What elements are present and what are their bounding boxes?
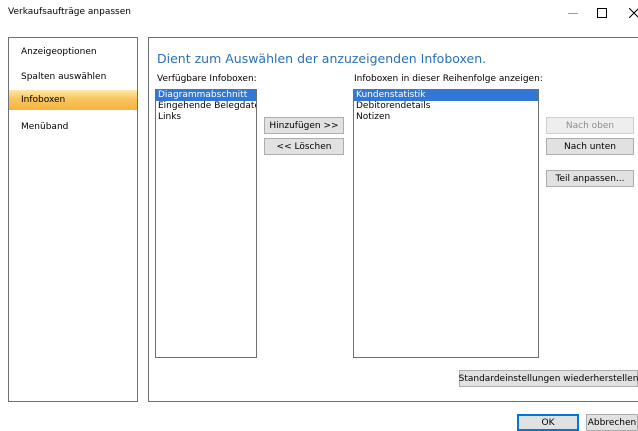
minimize-icon: [568, 13, 578, 14]
available-infoboxes-list[interactable]: Diagrammabschnitt Eingehende Belegdaten …: [155, 89, 257, 358]
sidebar-nav: Anzeigeoptionen Spalten auswählen Infobo…: [8, 37, 138, 402]
sidebar-item-label: Infoboxen: [21, 95, 66, 105]
add-button[interactable]: Hinzufügen >>: [264, 117, 344, 134]
customize-part-button[interactable]: Teil anpassen...: [546, 170, 634, 187]
page-heading: Dient zum Auswählen der anzuzeigenden In…: [157, 51, 487, 66]
list-item[interactable]: Eingehende Belegdaten: [156, 101, 256, 112]
maximize-icon: [597, 8, 607, 18]
remove-button[interactable]: << Löschen: [264, 138, 344, 155]
window-title: Verkaufsaufträge anpassen: [8, 7, 131, 17]
ok-button[interactable]: OK: [517, 414, 579, 431]
sidebar-item-menueband[interactable]: Menüband: [9, 117, 137, 137]
cancel-button[interactable]: Abbrechen: [586, 414, 638, 431]
list-item[interactable]: Kundenstatistik: [354, 90, 538, 101]
sidebar-item-infoboxen[interactable]: Infoboxen: [9, 90, 137, 110]
available-infoboxes-label: Verfügbare Infoboxen:: [157, 74, 257, 84]
list-item[interactable]: Notizen: [354, 112, 538, 123]
list-item[interactable]: Diagrammabschnitt: [156, 90, 256, 101]
sidebar-item-anzeigeoptionen[interactable]: Anzeigeoptionen: [9, 42, 137, 62]
shown-infoboxes-list[interactable]: Kundenstatistik Debitorendetails Notizen: [353, 89, 539, 358]
shown-infoboxes-label: Infoboxen in dieser Reihenfolge anzeigen…: [354, 74, 543, 84]
maximize-button[interactable]: [585, 2, 619, 24]
close-icon: [629, 8, 638, 18]
move-down-button[interactable]: Nach unten: [546, 138, 634, 155]
list-item[interactable]: Debitorendetails: [354, 101, 538, 112]
restore-defaults-button[interactable]: Standardeinstellungen wiederherstellen: [459, 370, 638, 387]
sidebar-item-label: Menüband: [21, 122, 69, 132]
sidebar-item-label: Anzeigeoptionen: [21, 47, 97, 57]
sidebar-item-label: Spalten auswählen: [21, 72, 107, 82]
list-item[interactable]: Links: [156, 112, 256, 123]
close-button[interactable]: [617, 2, 638, 24]
sidebar-item-spalten-auswaehlen[interactable]: Spalten auswählen: [9, 67, 137, 87]
move-up-button[interactable]: Nach oben: [546, 117, 634, 134]
